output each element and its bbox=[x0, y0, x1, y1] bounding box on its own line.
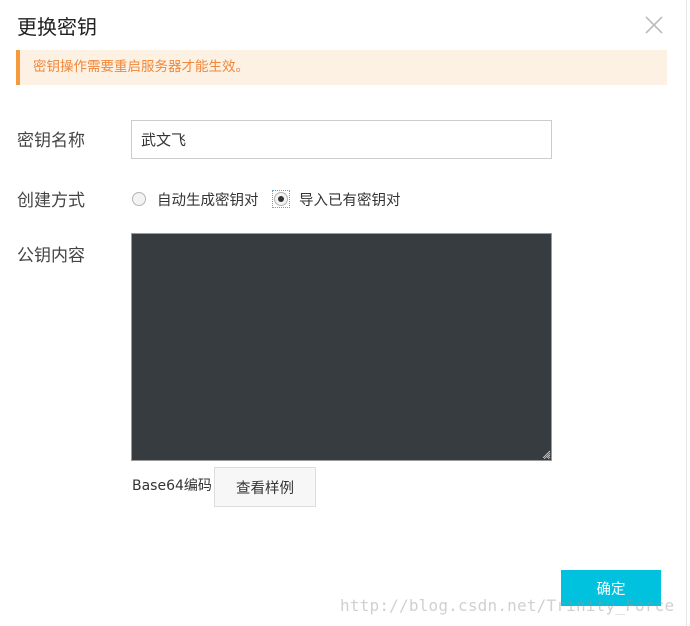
key-name-input[interactable] bbox=[131, 120, 552, 159]
dialog-title: 更换密钥 bbox=[17, 15, 97, 39]
encoding-hint: Base64编码 bbox=[132, 478, 212, 494]
radio-auto-generate-label: 自动生成密钥对 bbox=[157, 192, 259, 209]
radio-import-existing-label: 导入已有密钥对 bbox=[299, 192, 401, 209]
watermark-text: http://blog.csdn.net/Trinity_Force bbox=[340, 596, 675, 615]
radio-checked-icon bbox=[274, 192, 288, 206]
public-key-label: 公钥内容 bbox=[17, 246, 85, 266]
close-icon[interactable] bbox=[641, 12, 667, 38]
warning-alert: 密钥操作需要重启服务器才能生效。 bbox=[16, 50, 667, 85]
resize-grip-icon[interactable] bbox=[541, 449, 551, 459]
radio-auto-generate-control bbox=[131, 191, 147, 207]
change-key-dialog: 更换密钥 密钥操作需要重启服务器才能生效。 密钥名称 创建方式 自动生成密钥对 … bbox=[0, 0, 687, 626]
radio-import-existing-control bbox=[272, 190, 290, 208]
radio-unchecked-icon bbox=[132, 192, 146, 206]
view-sample-button[interactable]: 查看样例 bbox=[214, 467, 316, 507]
alert-text: 密钥操作需要重启服务器才能生效。 bbox=[33, 59, 249, 75]
radio-import-existing[interactable]: 导入已有密钥对 bbox=[272, 189, 401, 209]
create-method-label: 创建方式 bbox=[17, 191, 85, 211]
radio-auto-generate[interactable]: 自动生成密钥对 bbox=[131, 189, 259, 209]
key-name-label: 密钥名称 bbox=[17, 131, 85, 151]
public-key-textarea[interactable] bbox=[131, 233, 552, 461]
